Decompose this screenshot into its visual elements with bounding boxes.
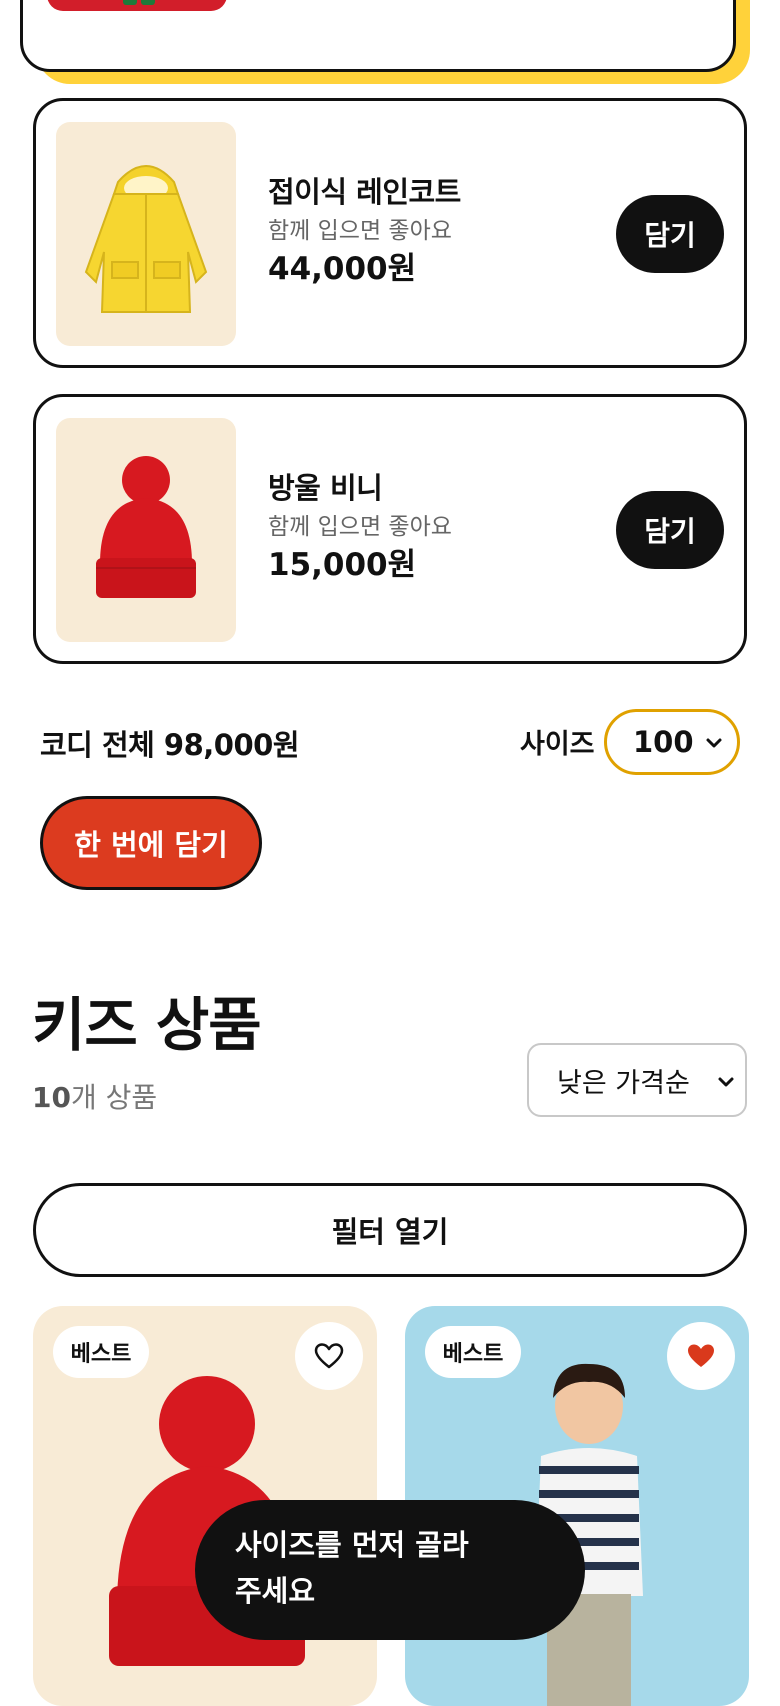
product-count: 10개 상품 <box>32 1076 157 1116</box>
count-number: 10 <box>32 1081 71 1114</box>
sort-select[interactable]: 낮은 가격순 <box>527 1043 747 1117</box>
toast-line-2: 주세요 <box>235 1574 316 1608</box>
product-name: 방울 비니 <box>268 471 383 505</box>
open-filter-button[interactable]: 필터 열기 <box>33 1183 747 1277</box>
boots-image <box>47 0 227 11</box>
add-to-cart-button[interactable]: 담기 <box>616 195 724 273</box>
chevron-down-icon <box>718 1077 734 1087</box>
size-label: 사이즈 <box>520 729 595 760</box>
toast-message: 사이즈를 먼저 골라 주세요 <box>195 1500 585 1640</box>
heart-outline-icon <box>314 1343 344 1369</box>
best-badge: 베스트 <box>425 1326 521 1378</box>
product-card-raincoat: 접이식 레인코트 함께 입으면 좋아요 44,000원 담기 <box>33 98 747 368</box>
product-price: 44,000원 <box>268 251 417 287</box>
heart-filled-icon <box>688 1344 714 1367</box>
beanie-image <box>56 418 236 642</box>
size-select[interactable]: 100 <box>604 709 740 775</box>
best-badge: 베스트 <box>53 1326 149 1378</box>
raincoat-icon <box>84 165 208 313</box>
favorite-button[interactable] <box>295 1322 363 1390</box>
beanie-icon <box>96 456 196 598</box>
coordi-total: 코디 전체 98,000원 <box>40 728 300 762</box>
toast-line-1: 사이즈를 먼저 골라 <box>235 1528 469 1562</box>
product-subtitle: 함께 입으면 좋아요 <box>268 514 452 540</box>
product-price: 15,000원 <box>268 547 417 583</box>
favorite-button[interactable] <box>667 1322 735 1390</box>
section-title: 키즈 상품 <box>32 991 262 1059</box>
count-suffix: 개 상품 <box>70 1081 158 1114</box>
add-all-button[interactable]: 한 번에 담기 <box>40 796 262 890</box>
product-subtitle: 함께 입으면 좋아요 <box>268 218 452 244</box>
size-value: 100 <box>633 725 694 759</box>
raincoat-image <box>56 122 236 346</box>
product-card-partial <box>20 0 736 72</box>
product-name: 접이식 레인코트 <box>268 175 461 209</box>
add-to-cart-button[interactable]: 담기 <box>616 491 724 569</box>
sort-value: 낮은 가격순 <box>557 1067 690 1099</box>
chevron-down-icon <box>706 738 722 748</box>
product-card-beanie: 방울 비니 함께 입으면 좋아요 15,000원 담기 <box>33 394 747 664</box>
